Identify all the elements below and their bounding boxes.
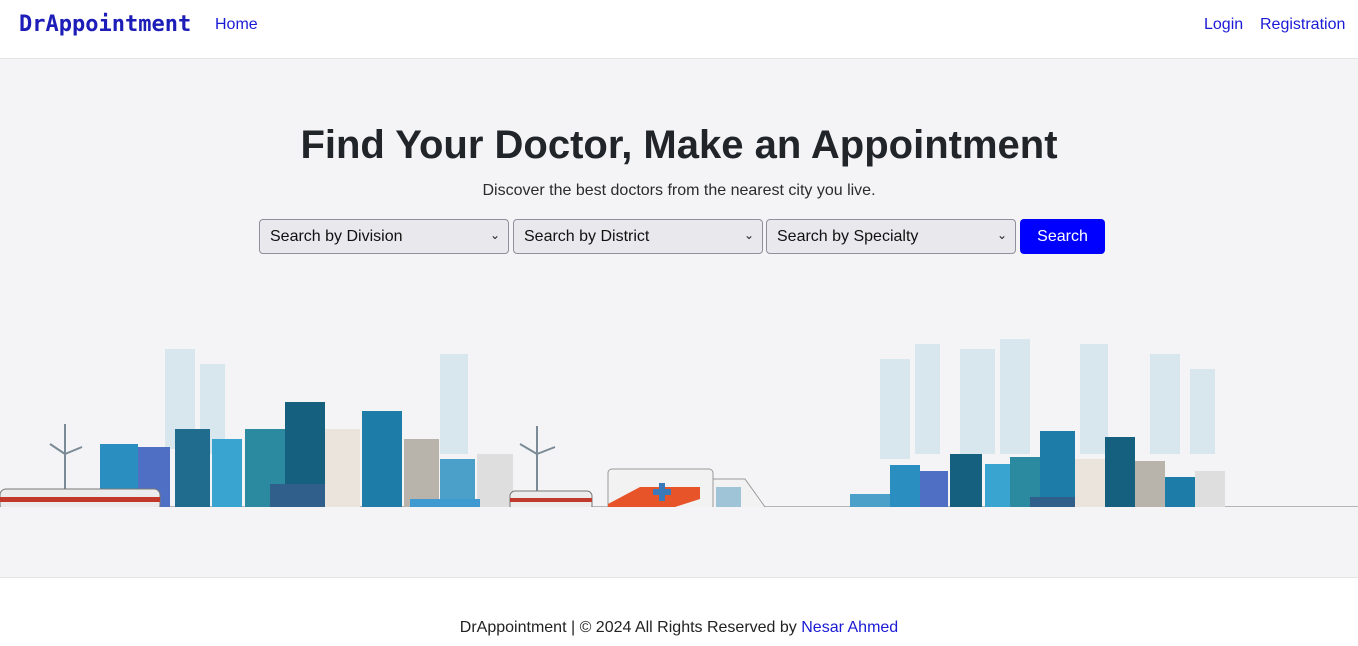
chevron-down-icon: ⌄: [489, 228, 500, 242]
nav-registration-link[interactable]: Registration: [1260, 16, 1345, 34]
district-select[interactable]: Search by District ⌄: [513, 219, 763, 254]
division-select[interactable]: Search by Division ⌄: [259, 219, 509, 254]
brand-logo[interactable]: DrAppointment: [19, 12, 191, 37]
hero-subtitle: Discover the best doctors from the neare…: [482, 182, 876, 199]
division-select-value: Search by Division: [270, 228, 403, 245]
navbar: DrAppointment Home Login Registration: [0, 0, 1358, 59]
chevron-down-icon: ⌄: [743, 228, 754, 242]
nav-login-link[interactable]: Login: [1204, 16, 1243, 34]
hero-section: Find Your Doctor, Make an Appointment Di…: [0, 59, 1358, 547]
specialty-select[interactable]: Search by Specialty ⌄: [766, 219, 1016, 254]
footer-text: DrAppointment | © 2024 All Rights Reserv…: [459, 619, 797, 636]
chevron-down-icon: ⌄: [996, 228, 1007, 242]
footer-author-link[interactable]: Nesar Ahmed: [801, 619, 898, 636]
search-button[interactable]: Search: [1020, 219, 1105, 254]
district-select-value: Search by District: [524, 228, 650, 245]
spacer-section: [0, 507, 1358, 578]
specialty-select-value: Search by Specialty: [777, 228, 919, 245]
hero-title: Find Your Doctor, Make an Appointment: [300, 123, 1058, 167]
nav-home-link[interactable]: Home: [215, 16, 258, 34]
footer: DrAppointment | © 2024 All Rights Reserv…: [0, 619, 1358, 637]
